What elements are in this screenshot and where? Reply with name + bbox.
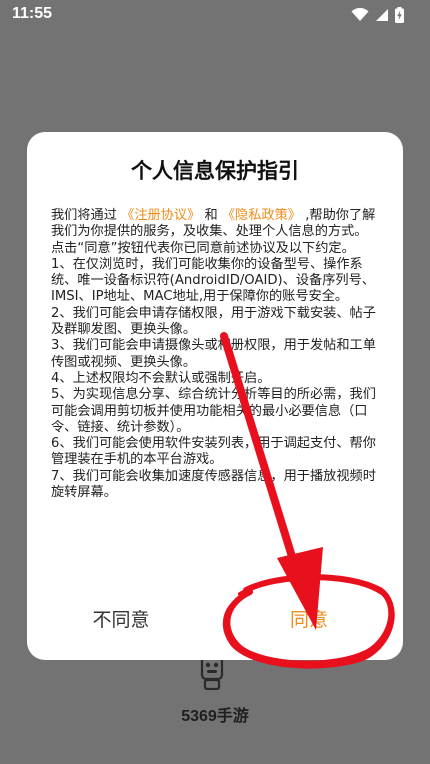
terms-item-7: 7、我们可能会收集加速度传感器信息，用于播放视频时旋转屏幕。 [51,468,376,501]
privacy-dialog: 个人信息保护指引 我们将通过 《注册协议》 和 《隐私政策》 ,帮助你了解我们为… [27,132,403,660]
privacy-policy-link[interactable]: 《隐私政策》 [222,208,301,223]
dialog-body: 我们将通过 《注册协议》 和 《隐私政策》 ,帮助你了解我们为你提供的服务，及收… [51,208,383,501]
status-icons [351,6,404,24]
disagree-button[interactable]: 不同意 [67,602,175,638]
intro-paragraph: 我们将通过 《注册协议》 和 《隐私政策》 ,帮助你了解我们为你提供的服务，及收… [51,208,383,241]
terms-item-6: 6、我们可能会使用软件安装列表，用于调起支付、帮你管理装在手机的本平台游戏。 [51,436,376,468]
status-bar: 11:55 [0,0,430,30]
terms-item-2: 2、我们可能会申请存储权限，用于游戏下载安装、帖子及群聊发图、更换头像。 [51,305,376,338]
intro-and: 和 [204,208,218,223]
terms-item-4: 4、上述权限均不会默认或强制开启。 [51,370,271,386]
terms-item-5: 5、为实现信息分享、综合统计分析等目的所必需，我们可能会调用剪切板并使用功能相关… [51,387,376,435]
terms-item-3: 3、我们可能会申请摄像头或相册权限，用于发帖和工单传图或视频、更换头像。 [51,338,376,370]
signal-icon [375,8,389,22]
agree-button[interactable]: 同意 [255,602,363,638]
dialog-title: 个人信息保护指引 [131,159,299,183]
screen: 11:55 5369手游 个人信息保护指引 我们将通过 《注册协议》 和 《隐私… [0,0,430,764]
intro-prefix: 我们将通过 [51,208,117,223]
dialog-footer: 不同意 同意 [27,594,403,644]
battery-charging-icon [395,7,404,23]
register-agreement-link[interactable]: 《注册协议》 [121,208,200,223]
terms-item-1: 1、在仅浏览时，我们可能收集你的设备型号、操作系统、唯一设备标识符(Androi… [51,256,375,305]
consent-line: 点击“同意”按钮代表你已同意前述协议及以下约定。 [51,240,355,256]
wifi-icon [351,8,369,22]
app-logo-icon [195,655,229,691]
status-time: 11:55 [12,5,53,22]
app-name: 5369手游 [181,708,249,725]
